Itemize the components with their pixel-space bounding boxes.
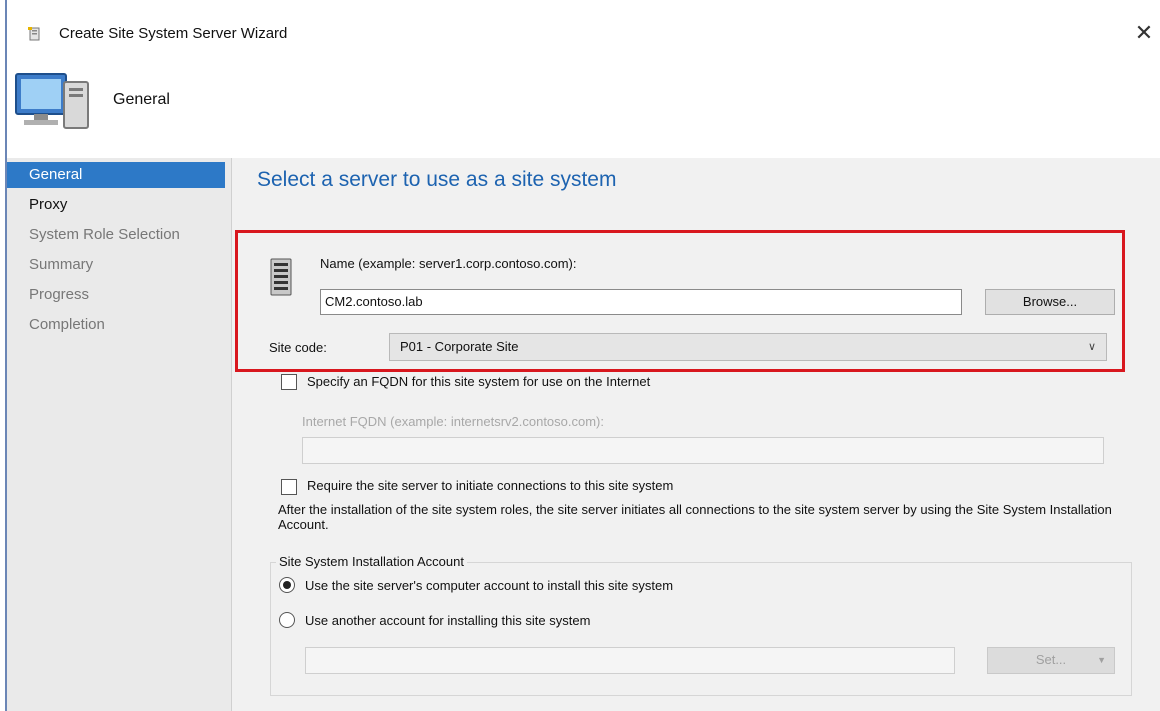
other-account-radio[interactable] (279, 612, 295, 628)
close-button[interactable]: ✕ (1129, 18, 1159, 48)
title-bar: Create Site System Server Wizard ✕ (7, 0, 1160, 70)
wizard-icon (28, 27, 40, 41)
name-label: Name (example: server1.corp.contoso.com)… (320, 256, 577, 271)
site-code-value: P01 - Corporate Site (400, 339, 519, 354)
computer-account-radio[interactable] (279, 577, 295, 593)
computer-icon (15, 73, 89, 129)
server-name-input[interactable]: CM2.contoso.lab (320, 289, 962, 315)
installation-account-legend: Site System Installation Account (276, 554, 467, 569)
computer-account-radio-label: Use the site server's computer account t… (305, 578, 674, 593)
require-connection-description: After the installation of the site syste… (278, 502, 1112, 532)
sidebar-item-proxy[interactable]: Proxy (7, 192, 231, 218)
chevron-down-icon: ∨ (1087, 341, 1096, 353)
window-title: Create Site System Server Wizard (59, 25, 288, 42)
set-button-label: Set... (1035, 652, 1067, 667)
sidebar-item-progress[interactable]: Progress (7, 282, 231, 308)
page-heading: Select a server to use as a site system (257, 168, 617, 191)
close-icon: ✕ (1134, 20, 1154, 45)
internet-fqdn-label: Internet FQDN (example: internetsrv2.con… (302, 414, 605, 429)
other-account-radio-label: Use another account for installing this … (305, 613, 591, 628)
server-icon (270, 258, 292, 296)
sidebar-item-summary[interactable]: Summary (7, 252, 231, 278)
internet-fqdn-input[interactable] (302, 437, 1104, 464)
sidebar-item-general[interactable]: General (7, 162, 225, 188)
sidebar-item-completion[interactable]: Completion (7, 312, 231, 338)
require-connection-label: Require the site server to initiate conn… (307, 478, 674, 493)
browse-button[interactable]: Browse... (985, 289, 1115, 315)
set-account-button[interactable]: Set... ▼ (987, 647, 1115, 674)
sidebar-item-system-role-selection[interactable]: System Role Selection (7, 222, 231, 248)
account-input[interactable] (305, 647, 955, 674)
dropdown-arrow-icon: ▼ (1097, 655, 1106, 665)
page-header-title: General (113, 91, 170, 108)
wizard-sidebar: General Proxy System Role Selection Summ… (7, 158, 232, 711)
site-code-label: Site code: (269, 340, 327, 355)
fqdn-checkbox-label: Specify an FQDN for this site system for… (307, 374, 651, 389)
site-code-select[interactable]: P01 - Corporate Site ∨ (389, 333, 1107, 361)
require-connection-checkbox[interactable] (281, 479, 297, 495)
fqdn-checkbox[interactable] (281, 374, 297, 390)
main-panel: Select a server to use as a site system … (232, 158, 1160, 711)
